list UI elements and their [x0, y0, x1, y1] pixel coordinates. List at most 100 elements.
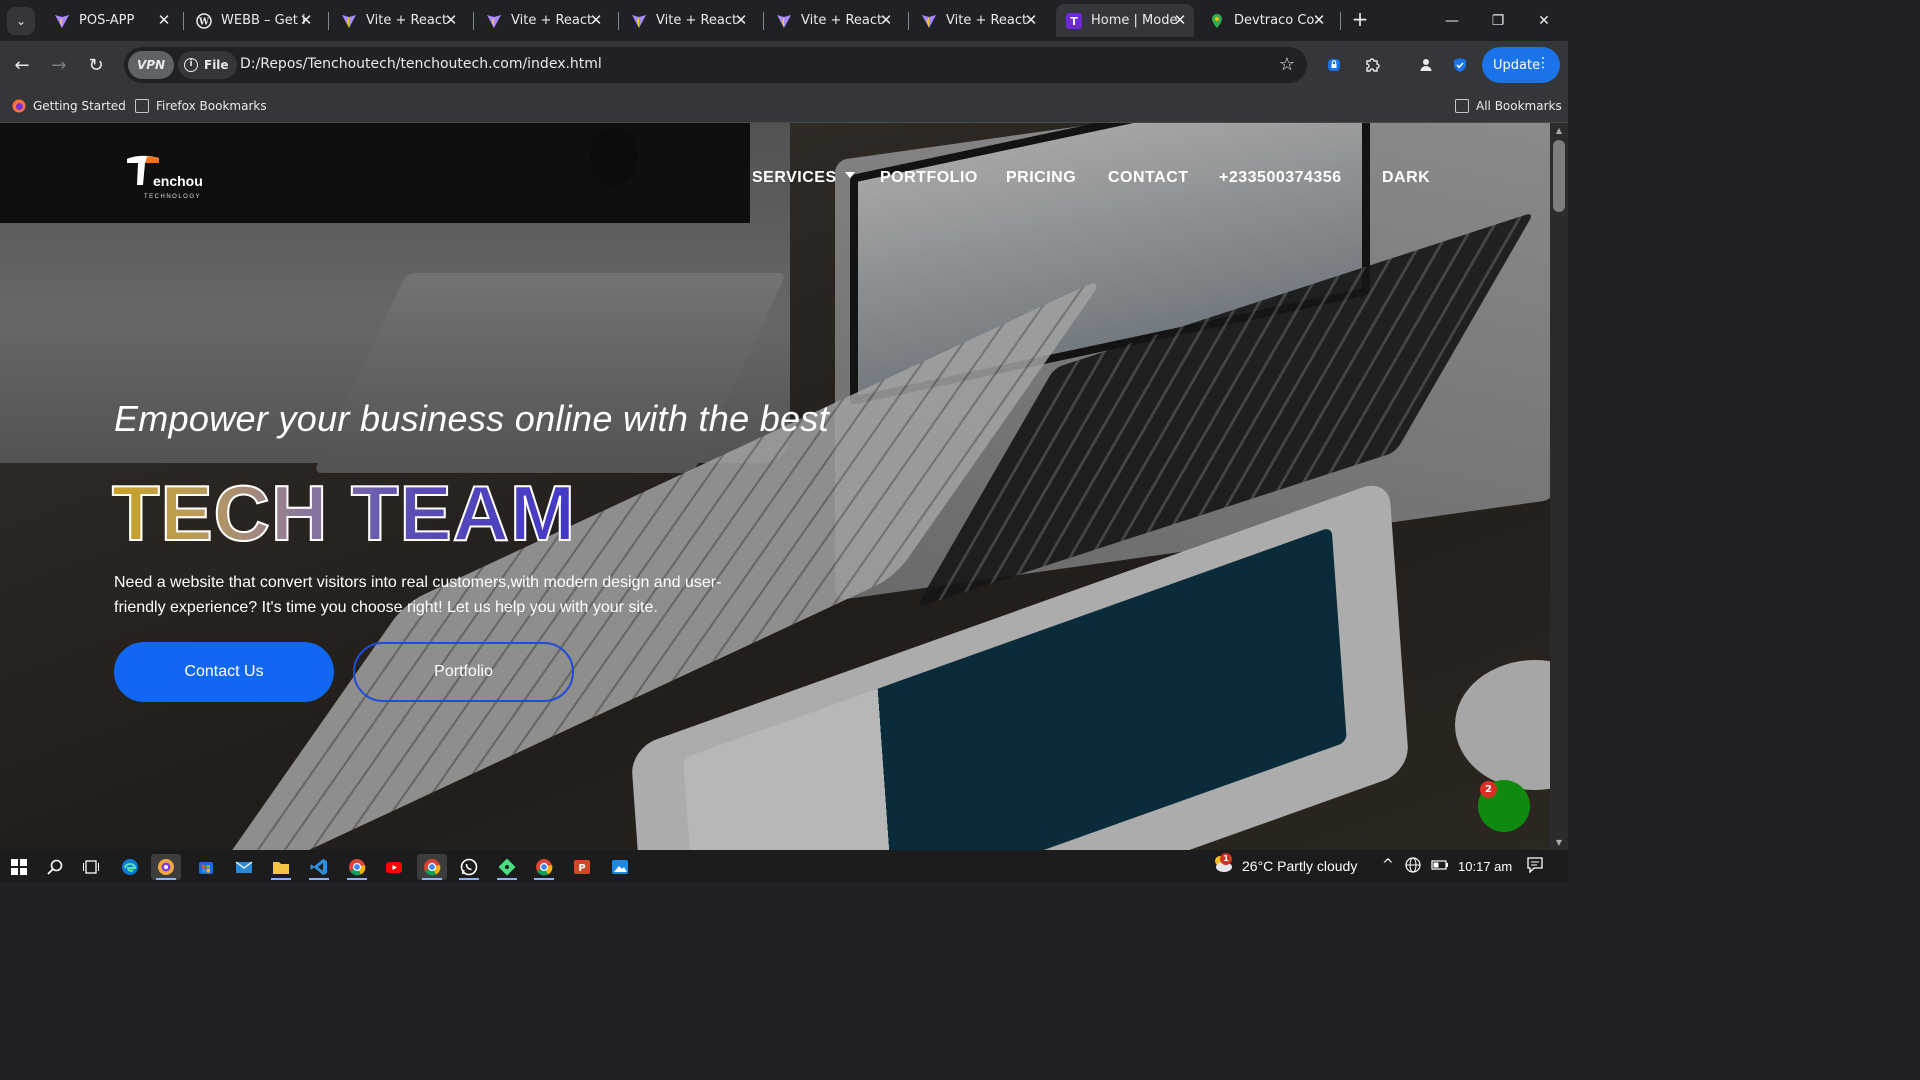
- back-button[interactable]: ←: [8, 51, 36, 79]
- close-tab-icon[interactable]: ✕: [733, 12, 749, 28]
- chrome-active-icon[interactable]: [417, 854, 447, 880]
- brave-browser-icon[interactable]: [151, 854, 181, 880]
- restore-button[interactable]: ❐: [1475, 0, 1521, 41]
- vite-icon: [631, 13, 647, 29]
- chat-notification-badge: 2: [1480, 781, 1497, 798]
- tab-pos-app[interactable]: POS-APP ✕: [44, 4, 178, 37]
- scroll-up-icon[interactable]: ▲: [1553, 126, 1565, 136]
- nav-portfolio[interactable]: PORTFOLIO: [880, 169, 978, 187]
- svg-text:P: P: [578, 863, 585, 874]
- nav-services[interactable]: SERVICES: [752, 169, 855, 187]
- scroll-down-icon[interactable]: ▼: [1553, 838, 1565, 848]
- close-window-button[interactable]: ✕: [1521, 0, 1567, 41]
- bookmark-label: Firefox Bookmarks: [156, 99, 267, 113]
- battery-icon[interactable]: [1431, 857, 1449, 877]
- close-tab-icon[interactable]: ✕: [588, 12, 604, 28]
- tab-search-button[interactable]: ⌄: [7, 7, 35, 35]
- tab-divider: [473, 12, 474, 30]
- notification-center-icon[interactable]: [1526, 857, 1544, 877]
- password-lock-icon[interactable]: [1322, 53, 1346, 77]
- close-tab-icon[interactable]: ✕: [443, 12, 459, 28]
- shield-check-icon[interactable]: [1448, 53, 1472, 77]
- vite-icon: [776, 13, 792, 29]
- vscode-icon[interactable]: [304, 854, 334, 880]
- file-explorer-icon[interactable]: [266, 854, 296, 880]
- tab-divider: [763, 12, 764, 30]
- chrome-profile-icon[interactable]: [529, 854, 559, 880]
- update-label: Update: [1493, 57, 1541, 73]
- chrome-icon[interactable]: [342, 854, 372, 880]
- contact-us-button[interactable]: Contact Us: [114, 642, 334, 702]
- all-bookmarks-button[interactable]: All Bookmarks: [1455, 95, 1562, 117]
- url-text[interactable]: D:/Repos/Tenchoutech/tenchoutech.com/ind…: [240, 56, 602, 72]
- mail-icon[interactable]: [229, 854, 259, 880]
- nav-pricing[interactable]: PRICING: [1006, 169, 1076, 187]
- close-tab-icon[interactable]: ✕: [156, 12, 172, 28]
- tab-divider: [328, 12, 329, 30]
- wordpress-icon: W: [196, 12, 212, 29]
- bookmarks-bar: Getting Started Firefox Bookmarks All Bo…: [0, 89, 1568, 123]
- minimize-icon: —: [1445, 12, 1459, 29]
- nav-phone[interactable]: +233500374356: [1219, 169, 1342, 187]
- tab-vite-react-2[interactable]: Vite + React ✕: [476, 4, 610, 37]
- folder-icon: [135, 99, 149, 113]
- tab-vite-react-1[interactable]: Vite + React ✕: [331, 4, 465, 37]
- close-tab-icon[interactable]: ✕: [1023, 12, 1039, 28]
- tab-divider: [1340, 12, 1341, 30]
- close-tab-icon[interactable]: ✕: [878, 12, 894, 28]
- close-tab-icon[interactable]: ✕: [1311, 12, 1327, 28]
- nav-dark-toggle[interactable]: DARK: [1382, 169, 1430, 187]
- close-tab-icon[interactable]: ✕: [1172, 12, 1188, 28]
- bookmark-firefox-bookmarks[interactable]: Firefox Bookmarks: [135, 95, 267, 117]
- scrollbar-thumb[interactable]: [1553, 140, 1565, 212]
- tab-vite-react-5[interactable]: Vite + React ✕: [911, 4, 1045, 37]
- maps-pin-icon: [1209, 13, 1225, 29]
- caret-down-icon: [844, 171, 855, 178]
- vite-icon: [921, 13, 937, 29]
- address-bar[interactable]: VPN i File D:/Repos/Tenchoutech/tenchout…: [124, 47, 1307, 83]
- logo-tagline: TECHNOLOGY: [144, 194, 202, 200]
- git-app-icon[interactable]: [492, 854, 522, 880]
- youtube-icon[interactable]: [379, 854, 409, 880]
- whatsapp-icon[interactable]: [454, 854, 484, 880]
- tab-devtraco[interactable]: Devtraco Co ✕: [1199, 4, 1333, 37]
- portfolio-button[interactable]: Portfolio: [353, 642, 574, 702]
- minimize-button[interactable]: —: [1429, 0, 1475, 41]
- svg-text:W: W: [198, 17, 210, 27]
- windows-start-icon[interactable]: [4, 854, 34, 880]
- nav-contact[interactable]: CONTACT: [1108, 169, 1189, 187]
- site-logo[interactable]: enchou TECHNOLOGY: [125, 155, 210, 205]
- site-info-button[interactable]: i File: [178, 51, 237, 79]
- tab-home-active[interactable]: T Home | Mode ✕: [1056, 4, 1194, 37]
- extensions-puzzle-icon[interactable]: [1360, 53, 1384, 77]
- bookmark-star-icon[interactable]: ☆: [1279, 54, 1295, 75]
- tab-webb[interactable]: W WEBB – Get i ✕: [186, 4, 320, 37]
- tab-vite-react-4[interactable]: Vite + React ✕: [766, 4, 900, 37]
- new-tab-button[interactable]: +: [1348, 8, 1372, 32]
- photos-icon[interactable]: [605, 854, 635, 880]
- bookmark-label: Getting Started: [33, 99, 126, 113]
- edge-icon[interactable]: [115, 854, 145, 880]
- close-tab-icon[interactable]: ✕: [298, 12, 314, 28]
- vpn-button[interactable]: VPN: [128, 51, 174, 79]
- tab-vite-react-3[interactable]: Vite + React ✕: [621, 4, 755, 37]
- page-scrollbar[interactable]: [1550, 123, 1568, 850]
- update-button[interactable]: Update ⋮: [1482, 47, 1560, 83]
- task-view-icon[interactable]: [76, 854, 106, 880]
- reload-button[interactable]: ↻: [82, 51, 110, 79]
- globe-icon[interactable]: [1405, 857, 1421, 877]
- weather-text[interactable]: 26°C Partly cloudy: [1242, 858, 1357, 874]
- search-icon[interactable]: [40, 854, 70, 880]
- bookmark-getting-started[interactable]: Getting Started: [12, 95, 126, 117]
- profile-icon[interactable]: [1414, 53, 1438, 77]
- chevron-up-icon[interactable]: ^: [1382, 857, 1394, 873]
- microsoft-store-icon[interactable]: [191, 854, 221, 880]
- close-icon: ✕: [1538, 12, 1550, 29]
- svg-text:T: T: [1070, 15, 1078, 28]
- forward-button[interactable]: →: [45, 51, 73, 79]
- hero-title: TECH TEAM: [111, 468, 576, 558]
- clock-time[interactable]: 10:17 am: [1458, 859, 1512, 874]
- powerpoint-icon[interactable]: P: [567, 854, 597, 880]
- arrow-left-icon: ←: [14, 54, 30, 76]
- vite-icon: [486, 13, 502, 29]
